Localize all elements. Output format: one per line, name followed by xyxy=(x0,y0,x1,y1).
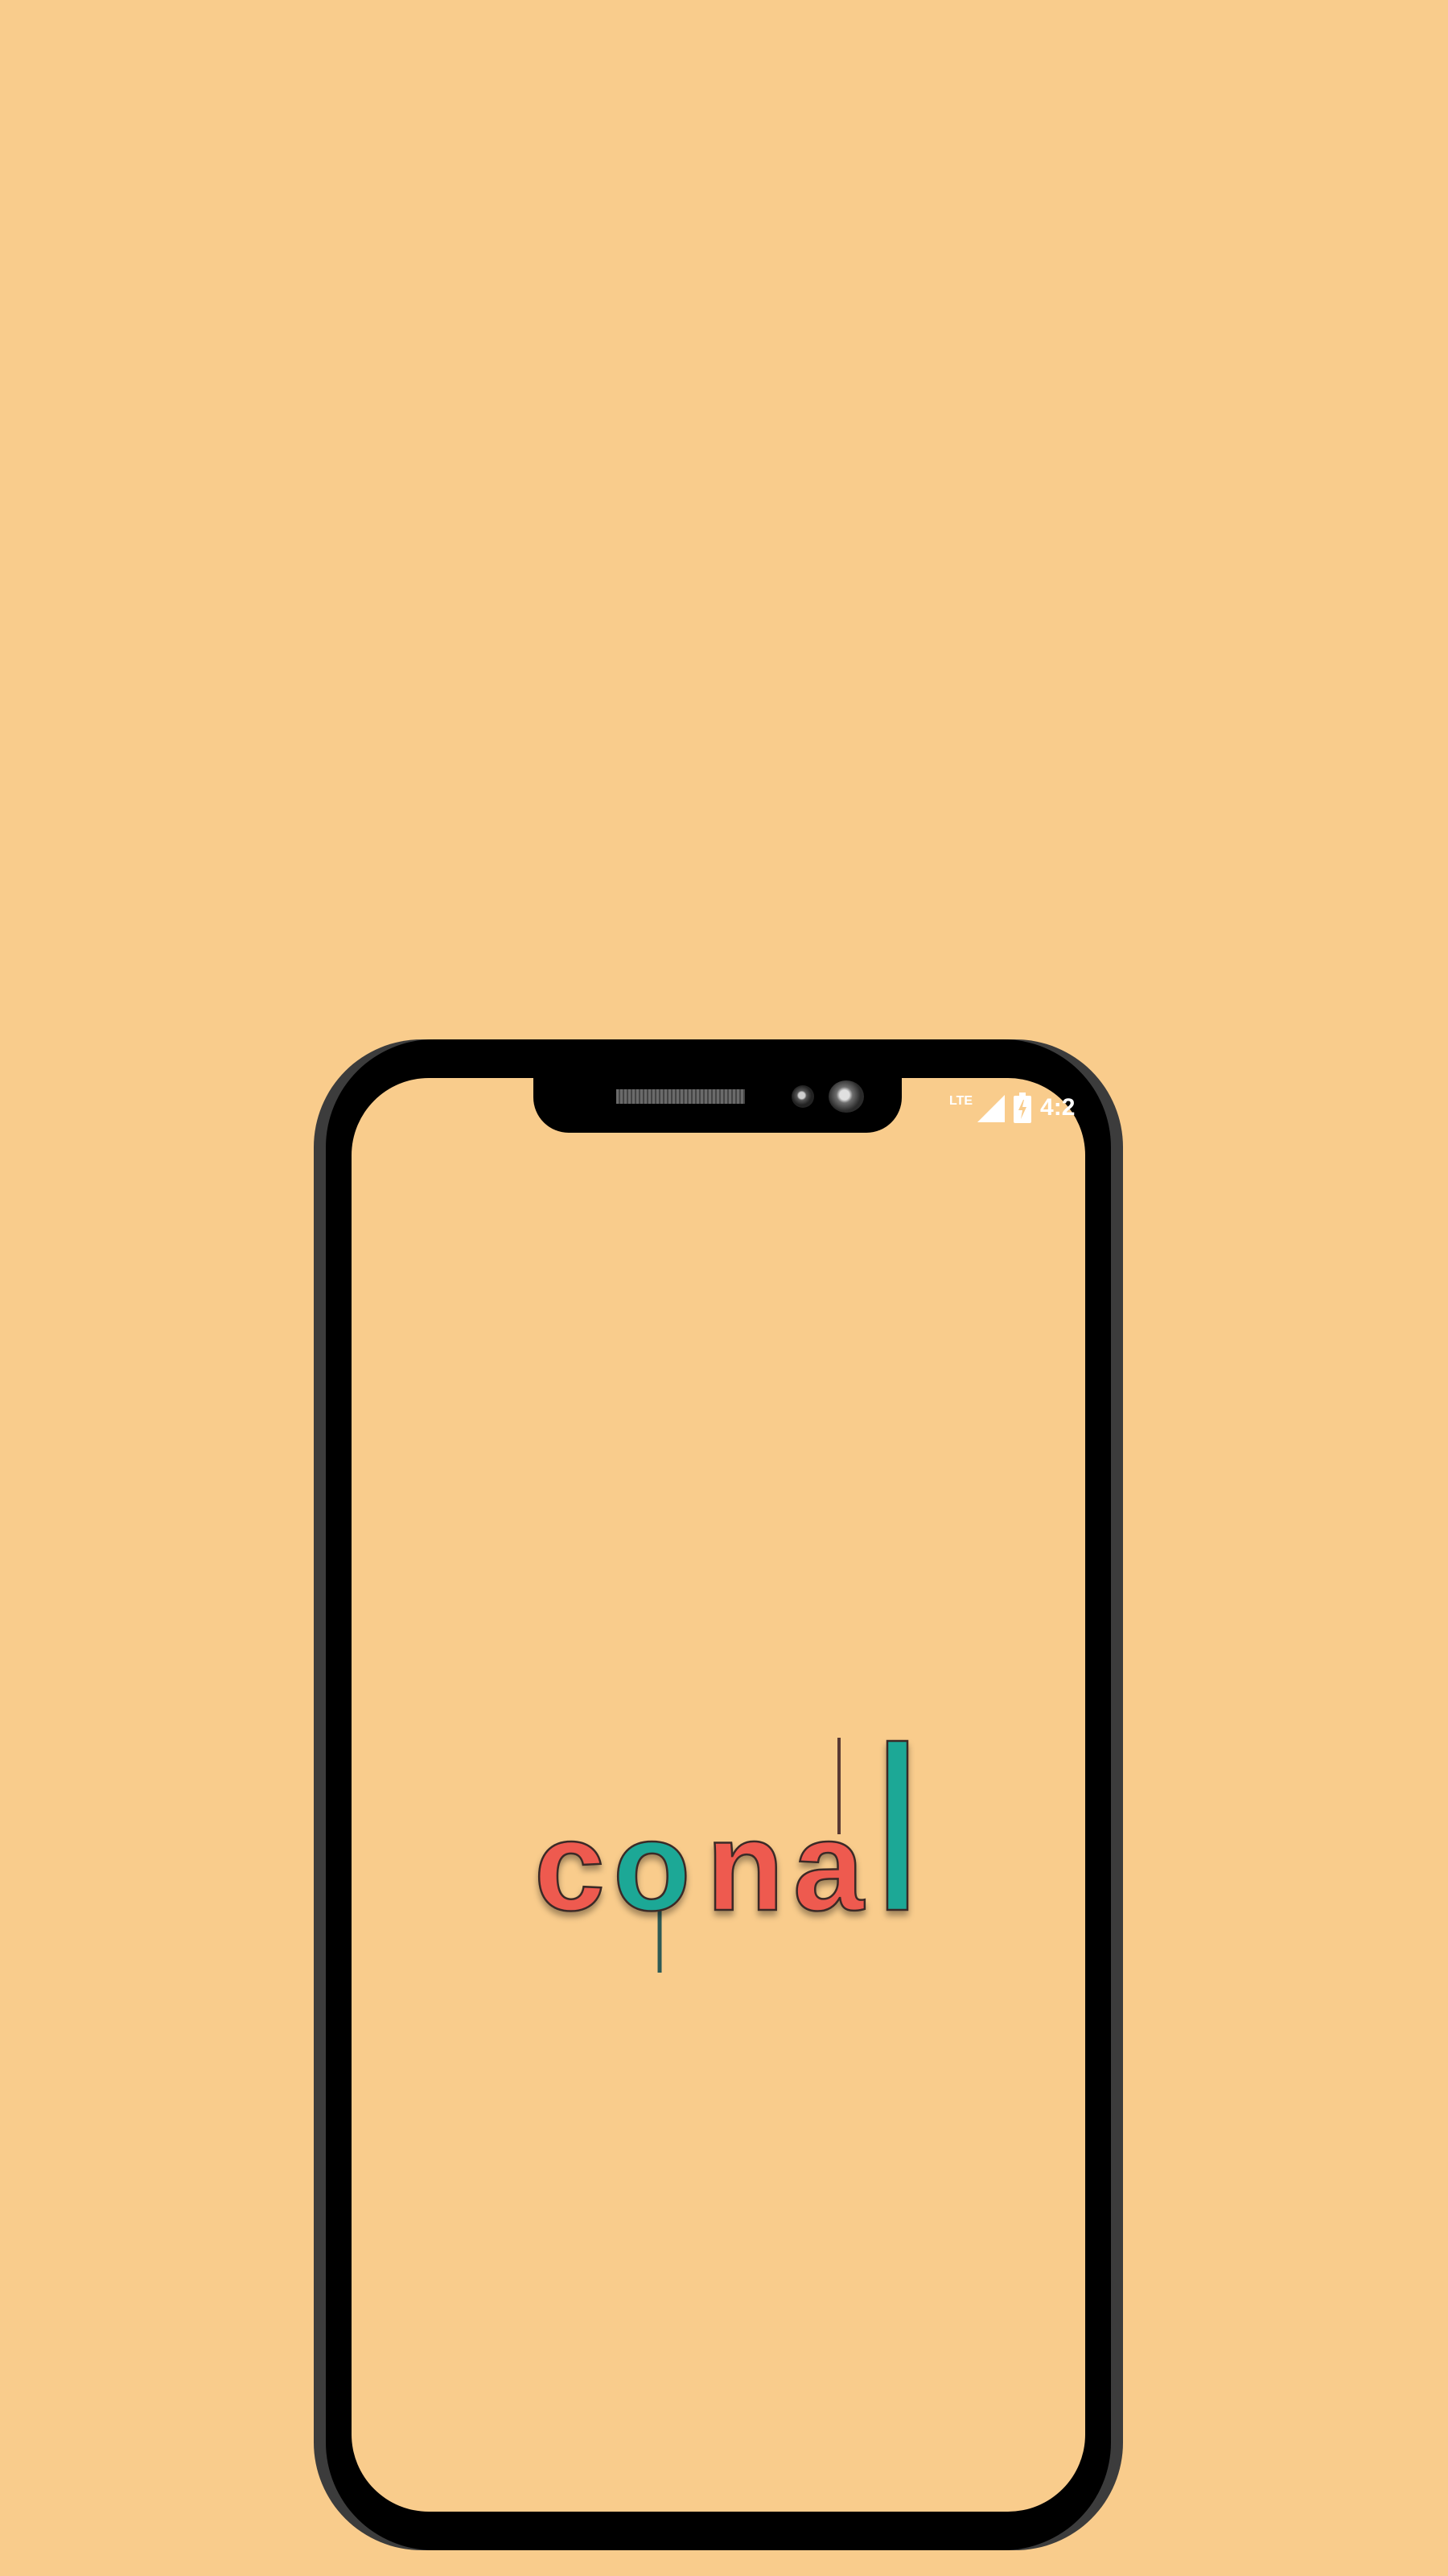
logo-letter-c: c xyxy=(534,1796,605,1937)
sensor-icon xyxy=(792,1085,814,1108)
logo-letter-l xyxy=(886,1739,909,1911)
front-camera-icon xyxy=(829,1080,864,1113)
battery-charging-icon xyxy=(1013,1093,1032,1123)
conal-logo: c o n a xyxy=(531,1722,949,1979)
logo-letter-o: o xyxy=(613,1796,691,1937)
status-bar: LTE 4:2 xyxy=(949,1088,1087,1128)
cell-signal-icon xyxy=(976,1093,1006,1122)
logo-letter-n: n xyxy=(706,1796,784,1937)
logo-letter-a: a xyxy=(793,1796,865,1937)
app-screen: LTE 4:2 c o n a xyxy=(0,0,1448,2576)
clock-time: 4:2 xyxy=(1040,1094,1076,1121)
speaker-grill xyxy=(616,1089,745,1104)
network-type-label: LTE xyxy=(949,1094,973,1108)
